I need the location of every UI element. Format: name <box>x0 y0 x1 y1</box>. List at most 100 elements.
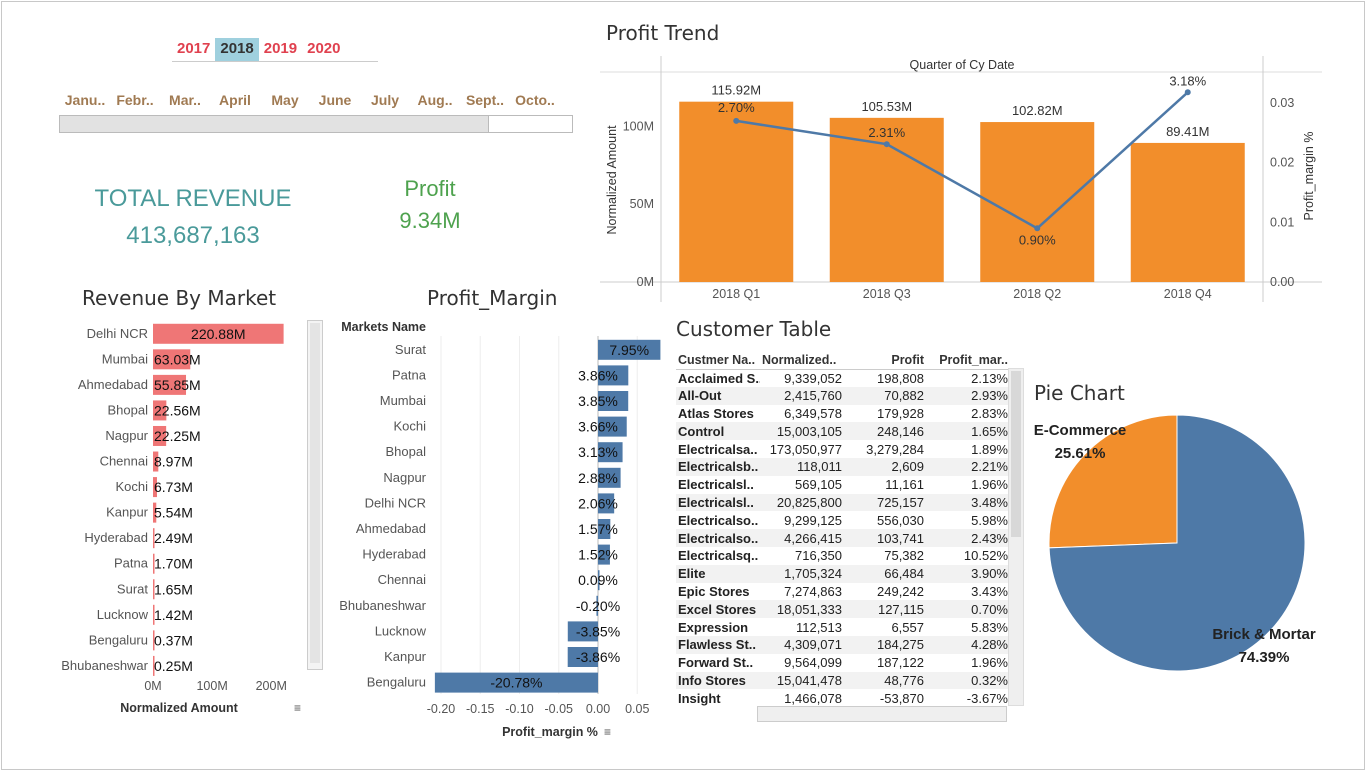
month-jan[interactable]: Janu.. <box>60 92 110 108</box>
margin-label: 2.31% <box>868 125 905 140</box>
month-jun[interactable]: June <box>310 92 360 108</box>
table-vertical-scrollbar-thumb[interactable] <box>1011 371 1021 537</box>
table-row[interactable]: Electricalsb.. 118,011 2,609 2.21% <box>676 457 1010 476</box>
margin-point[interactable] <box>1034 225 1041 232</box>
total-revenue-value: 413,687,163 <box>126 222 260 249</box>
col-normalized[interactable]: Normalized.. <box>760 351 844 370</box>
cell-profit-margin: 3.48% <box>926 493 1010 512</box>
table-row[interactable]: Electricalso.. 9,299,125 556,030 5.98% <box>676 511 1010 529</box>
profit-value: 9.34M <box>399 208 461 233</box>
margin-point[interactable] <box>1184 89 1191 96</box>
cell-profit: 187,122 <box>877 655 924 671</box>
trend-bar-label: 105.53M <box>861 99 912 114</box>
table-row[interactable]: Acclaimed S.. 9,339,052 198,808 2.13% <box>676 369 1010 387</box>
table-row[interactable]: Control 15,003,105 248,146 1.65% <box>676 422 1010 441</box>
month-jul[interactable]: July <box>360 92 410 108</box>
col-profit[interactable]: Profit <box>844 351 926 370</box>
margin-bar-label: 3.85% <box>578 393 618 409</box>
revenue-scrollbar-thumb[interactable] <box>310 323 320 663</box>
table-row[interactable]: Forward St.. 9,564,099 187,122 1.96% <box>676 654 1010 672</box>
col-profit-margin[interactable]: Profit_mar.. <box>926 351 1010 370</box>
table-row[interactable]: Excel Stores 18,051,333 127,115 0.70% <box>676 600 1010 619</box>
cell-customer-name: Electricalsb.. <box>676 457 760 476</box>
revenue-by-market-title: Revenue By Market <box>82 286 277 310</box>
pie-chart-title: Pie Chart <box>1034 381 1125 405</box>
margin-bar-label: -3.85% <box>576 623 620 639</box>
table-vertical-scrollbar[interactable] <box>1008 368 1024 706</box>
market-label: Nagpur <box>383 470 426 485</box>
revenue-scrollbar[interactable] <box>307 320 323 670</box>
table-horizontal-scrollbar[interactable] <box>757 706 1007 722</box>
table-row[interactable]: Electricalsl.. 569,105 11,161 1.96% <box>676 476 1010 494</box>
table-row[interactable]: Elite 1,705,324 66,484 3.90% <box>676 564 1010 583</box>
market-label: Bhopal <box>108 402 149 417</box>
cell-normalized: 1,466,078 <box>784 690 842 706</box>
cell-customer-name: Info Stores <box>676 671 760 690</box>
table-row[interactable]: Insight 1,466,078 -53,870 -3.67% <box>676 689 1010 706</box>
cell-normalized: 716,350 <box>795 548 842 564</box>
table-row[interactable]: Expression 112,513 6,557 5.83% <box>676 618 1010 636</box>
month-oct[interactable]: Octo.. <box>510 92 560 108</box>
market-label: Ahmedabad <box>356 521 426 536</box>
cell-normalized: 118,011 <box>760 457 844 476</box>
x-tick-label: -0.20 <box>427 702 456 716</box>
trend-bar[interactable] <box>1130 142 1245 282</box>
col-customer-name[interactable]: Custmer Na.. <box>676 351 760 370</box>
cell-normalized: 18,051,333 <box>760 600 844 619</box>
year-2018[interactable]: 2018 <box>215 38 259 61</box>
y-tick-label: 100M <box>623 119 654 133</box>
cell-profit: 2,609 <box>844 457 926 476</box>
trend-bar[interactable] <box>679 101 794 283</box>
cell-profit: 179,928 <box>877 405 924 421</box>
table-row[interactable]: All-Out 2,415,760 70,882 2.93% <box>676 386 1010 405</box>
month-scrollbar[interactable] <box>59 115 573 133</box>
table-row[interactable]: Electricalsl.. 20,825,800 725,157 3.48% <box>676 493 1010 512</box>
profit-trend-chart: Quarter of Cy Date Normalized Amount Pro… <box>600 56 1322 302</box>
table-row[interactable]: Atlas Stores 6,349,578 179,928 2.83% <box>676 405 1010 423</box>
table-row[interactable]: Electricalsq.. 716,350 75,382 10.52% <box>676 547 1010 565</box>
x-tick-label: 2018 Q1 <box>712 287 760 301</box>
margin-bar-label: 2.88% <box>578 470 618 486</box>
table-row[interactable]: Epic Stores 7,274,863 249,242 3.43% <box>676 583 1010 601</box>
table-row[interactable]: Info Stores 15,041,478 48,776 0.32% <box>676 671 1010 690</box>
cell-profit: 6,557 <box>891 619 924 635</box>
market-label: Bengaluru <box>89 632 148 647</box>
table-row[interactable]: Electricalso.. 4,266,415 103,741 2.43% <box>676 529 1010 547</box>
sort-icon[interactable]: ≡ <box>604 725 611 739</box>
sort-icon[interactable]: ≡ <box>294 701 301 715</box>
year-2019[interactable]: 2019 <box>259 38 302 61</box>
market-label: Lucknow <box>97 607 149 622</box>
revenue-bar-label: 22.25M <box>154 428 201 444</box>
month-mar[interactable]: Mar.. <box>160 92 210 108</box>
pie-value-brick-mortar: 74.39% <box>1239 649 1290 666</box>
cell-profit-margin: 2.93% <box>926 386 1010 405</box>
margin-line[interactable] <box>736 91 1189 230</box>
revenue-bar-label: 1.42M <box>154 607 193 623</box>
margin-point[interactable] <box>733 117 740 124</box>
month-sep[interactable]: Sept.. <box>460 92 510 108</box>
cell-profit: 75,382 <box>884 548 924 564</box>
revenue-bar-label: 63.03M <box>154 351 201 367</box>
cell-normalized: 20,825,800 <box>760 493 844 512</box>
cell-customer-name: Atlas Stores <box>678 405 754 421</box>
cell-profit: 249,242 <box>877 583 924 599</box>
table-row[interactable]: Flawless St.. 4,309,071 184,275 4.28% <box>676 635 1010 654</box>
cell-customer-name: Expression <box>678 619 749 635</box>
cell-profit: 3,279,284 <box>866 441 924 457</box>
cell-profit-margin: 3.90% <box>926 564 1010 583</box>
month-aug[interactable]: Aug.. <box>410 92 460 108</box>
year-2017[interactable]: 2017 <box>172 38 215 61</box>
table-row[interactable]: Electricalsa.. 173,050,977 3,279,284 1.89% <box>676 440 1010 458</box>
margin-point[interactable] <box>883 141 890 148</box>
trend-bar[interactable] <box>980 122 1095 283</box>
month-apr[interactable]: April <box>210 92 260 108</box>
cell-profit-margin: 2.43% <box>926 529 1010 547</box>
month-scrollbar-track[interactable] <box>488 116 572 132</box>
x-tick-label: 200M <box>256 679 287 693</box>
month-feb[interactable]: Febr.. <box>110 92 160 108</box>
revenue-bar-label: 6.73M <box>154 479 193 495</box>
year-2020[interactable]: 2020 <box>302 38 345 61</box>
y2-tick-label: 0.01 <box>1270 215 1294 229</box>
month-may[interactable]: May <box>260 92 310 108</box>
y2-tick-label: 0.02 <box>1270 156 1294 170</box>
